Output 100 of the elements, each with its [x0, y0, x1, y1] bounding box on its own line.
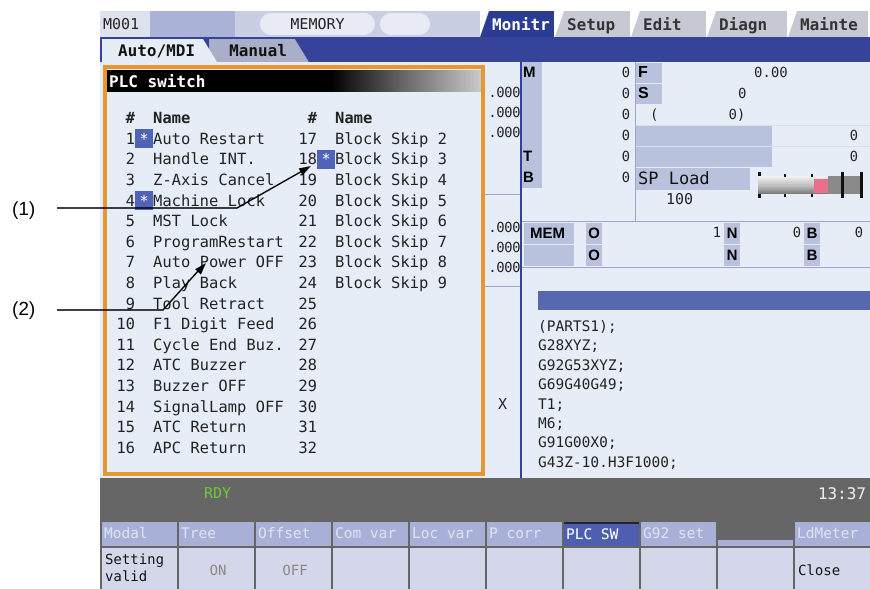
code-label: B: [522, 167, 542, 188]
program-line: G92G53XYZ;: [538, 356, 626, 376]
program-line: G28XYZ;: [538, 337, 600, 356]
column-header: #: [124, 109, 135, 128]
switch-number: 10: [115, 315, 135, 334]
switch-number: 12: [115, 356, 135, 374]
switch-name[interactable]: Buzzer OFF: [153, 377, 246, 396]
switch-number: 4: [124, 192, 135, 210]
column-header: Name: [153, 109, 190, 128]
bar-value: 0: [848, 128, 859, 144]
switch-number: 15: [115, 418, 135, 436]
switch-number: 18: [297, 150, 317, 168]
operation-mode: [524, 245, 574, 266]
switch-name[interactable]: Z-Axis Cancel: [153, 171, 274, 190]
switch-number: 14: [115, 398, 135, 416]
axis-label: X: [498, 395, 508, 413]
switch-number: 1: [124, 130, 135, 148]
screen-tab[interactable]: Diagn: [707, 11, 787, 37]
switch-name[interactable]: Block Skip 3: [335, 150, 447, 168]
feed-label: F: [636, 62, 662, 82]
switch-number: 29: [297, 377, 317, 396]
field-value: 0: [854, 225, 864, 242]
field-label: O: [586, 222, 602, 244]
mode-tab[interactable]: Auto/MDI: [102, 39, 218, 62]
screen-tab[interactable]: Setup: [555, 11, 630, 37]
bracket: (: [650, 106, 658, 122]
switch-number: 20: [297, 192, 317, 210]
field-value: 0: [792, 225, 802, 242]
switch-name[interactable]: Block Skip 7: [335, 232, 447, 251]
field-label: B: [804, 245, 820, 266]
screen-tab[interactable]: Monitr: [480, 11, 554, 37]
operation-mode: MEM: [524, 222, 574, 244]
position-value: .000: [488, 104, 520, 123]
clock: 13:37: [818, 484, 866, 503]
switch-number: 2: [124, 150, 135, 168]
callout-label: (1): [12, 199, 36, 221]
switch-number: 6: [124, 232, 135, 251]
screen-tab[interactable]: Mainte: [788, 11, 868, 37]
switch-number: 30: [297, 398, 317, 416]
code-value: 0: [620, 64, 631, 80]
switch-number: 7: [124, 253, 135, 272]
switch-name[interactable]: Auto Restart: [153, 130, 265, 148]
switch-name[interactable]: ATC Return: [153, 418, 246, 436]
feed-value: 0): [728, 106, 746, 122]
switch-number: 11: [115, 336, 135, 354]
field-label: N: [724, 222, 740, 244]
program-line: (PARTS1);: [538, 318, 618, 337]
switch-name[interactable]: APC Return: [153, 438, 246, 457]
switch-name[interactable]: ATC Buzzer: [153, 356, 246, 374]
column-header: Name: [335, 109, 372, 128]
menu-key[interactable]: [718, 540, 793, 546]
switch-name[interactable]: SignalLamp OFF: [153, 398, 284, 416]
program-line: G69G40G49;: [538, 376, 626, 396]
switch-name[interactable]: Block Skip 6: [335, 212, 447, 230]
feed-value: 0.00: [754, 64, 788, 80]
switch-name[interactable]: Block Skip 5: [335, 192, 447, 210]
bar-value: 0: [848, 149, 859, 165]
switch-name[interactable]: ProgramRestart: [153, 232, 284, 251]
position-value: .000: [488, 124, 520, 143]
spindle-load-value: 100: [665, 190, 694, 208]
column-header: #: [306, 109, 317, 128]
screen-tab[interactable]: Edit: [631, 11, 706, 37]
switch-number: 16: [115, 438, 135, 457]
switch-name[interactable]: Cycle End Buz.: [153, 336, 284, 354]
position-value: .000: [488, 84, 520, 103]
switch-name[interactable]: Block Skip 8: [335, 253, 447, 272]
switch-name[interactable]: Block Skip 9: [335, 274, 447, 292]
switch-number: 19: [297, 171, 317, 190]
mode-tab[interactable]: Manual: [209, 39, 309, 62]
switch-number: 21: [297, 212, 317, 230]
switch-number: 24: [297, 274, 317, 292]
feed-value: 0: [738, 86, 746, 102]
switch-number: 22: [297, 232, 317, 251]
switch-name[interactable]: F1 Digit Feed: [153, 315, 274, 334]
switch-number: 27: [297, 336, 317, 354]
status-text: RDY: [204, 484, 232, 502]
switch-number: 25: [297, 294, 317, 313]
key-setting: OFF: [282, 562, 308, 580]
code-value: 0: [620, 128, 631, 144]
switch-name[interactable]: Block Skip 2: [335, 130, 447, 148]
field-label: B: [804, 222, 820, 244]
callout-label: (2): [12, 299, 36, 321]
switch-number: 5: [124, 212, 135, 230]
code-label: T: [522, 146, 542, 167]
machine-id: M001: [100, 11, 150, 37]
switch-name[interactable]: Auto Power OFF: [153, 253, 284, 272]
field-label: O: [586, 245, 602, 266]
program-line: M6;: [538, 415, 566, 434]
field-value: 1: [712, 225, 722, 242]
code-value: 0: [620, 86, 631, 102]
mode-indicator: MEMORY: [260, 13, 375, 35]
position-value: .000: [488, 239, 520, 258]
switch-number: 26: [297, 315, 317, 334]
code-value: 0: [620, 170, 631, 186]
menu-key[interactable]: PLC SW: [564, 522, 639, 546]
switch-name[interactable]: Block Skip 4: [335, 171, 447, 190]
switch-name[interactable]: Handle INT.: [153, 150, 256, 168]
program-line: T1;: [538, 396, 566, 415]
switch-name[interactable]: MST Lock: [153, 212, 228, 230]
position-value: .000: [488, 259, 520, 278]
